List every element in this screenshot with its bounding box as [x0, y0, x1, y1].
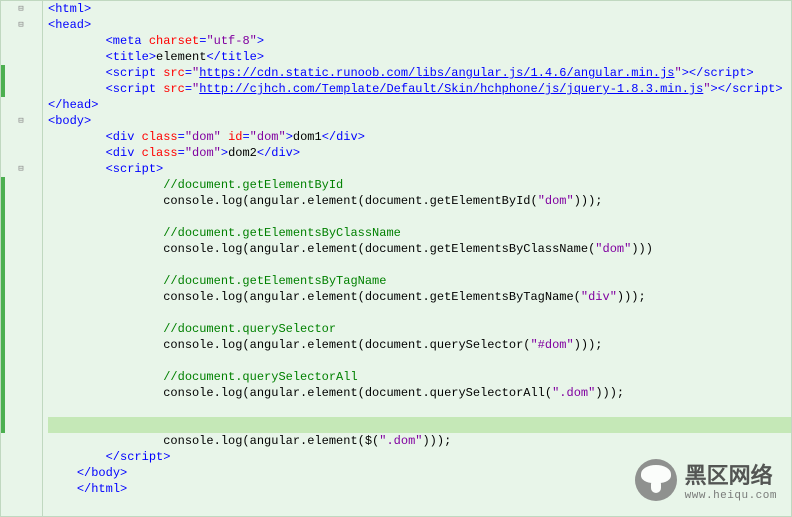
code-line: <body> [48, 113, 791, 129]
fold-icon[interactable] [16, 193, 26, 209]
code-editor: ⊟⊟⊟⊟ <html><head> <meta charset="utf-8">… [0, 0, 792, 517]
fold-icon[interactable] [16, 97, 26, 113]
change-marker [1, 65, 5, 97]
code-line: <script> [48, 161, 791, 177]
fold-icon[interactable] [16, 129, 26, 145]
fold-icon[interactable] [16, 241, 26, 257]
fold-icon[interactable] [16, 353, 26, 369]
fold-icon[interactable] [16, 385, 26, 401]
watermark: 黑区网络 www.heiqu.com [635, 458, 777, 502]
fold-icon[interactable] [16, 337, 26, 353]
code-line: console.log(angular.element(document.get… [48, 289, 791, 305]
change-marker [1, 177, 5, 433]
code-line: console.log(angular.element($(".dom"))); [48, 433, 791, 449]
code-line [48, 401, 791, 417]
code-line: //document.querySelectorAll [48, 369, 791, 385]
fold-icon[interactable] [16, 433, 26, 449]
fold-icon[interactable] [16, 321, 26, 337]
code-line [48, 353, 791, 369]
code-area[interactable]: <html><head> <meta charset="utf-8"> <tit… [43, 1, 791, 516]
fold-icon[interactable] [16, 49, 26, 65]
fold-icon[interactable] [16, 145, 26, 161]
fold-icon[interactable] [16, 401, 26, 417]
code-line: console.log(angular.element(document.get… [48, 241, 791, 257]
fold-icon[interactable] [16, 465, 26, 481]
code-line: </head> [48, 97, 791, 113]
watermark-cn: 黑区网络 [685, 458, 777, 490]
code-line: <div class="dom">dom2</div> [48, 145, 791, 161]
code-line [48, 257, 791, 273]
code-line: //document.getElementById [48, 177, 791, 193]
fold-icon[interactable]: ⊟ [16, 1, 26, 17]
code-line: <script src="https://cdn.static.runoob.c… [48, 65, 791, 81]
fold-icon[interactable] [16, 481, 26, 497]
fold-icon[interactable] [16, 65, 26, 81]
code-line [48, 305, 791, 321]
code-line: <head> [48, 17, 791, 33]
fold-icon[interactable] [16, 209, 26, 225]
fold-icon[interactable] [16, 369, 26, 385]
code-line: console.log(angular.element(document.que… [48, 385, 791, 401]
fold-icon[interactable] [16, 305, 26, 321]
fold-icon[interactable] [16, 81, 26, 97]
fold-icon[interactable]: ⊟ [16, 17, 26, 33]
fold-icon[interactable] [16, 177, 26, 193]
code-line: //document.getElementsByTagName [48, 273, 791, 289]
code-line: //document.querySelector [48, 321, 791, 337]
fold-icon[interactable] [16, 33, 26, 49]
fold-icon[interactable] [16, 449, 26, 465]
mushroom-icon [635, 459, 677, 501]
fold-icon[interactable] [16, 417, 26, 433]
code-line: console.log(angular.element(document.get… [48, 193, 791, 209]
code-line: <meta charset="utf-8"> [48, 33, 791, 49]
fold-icon[interactable] [16, 289, 26, 305]
code-line: //document.getElementsByClassName [48, 225, 791, 241]
code-line: <div class="dom" id="dom">dom1</div> [48, 129, 791, 145]
code-line [48, 417, 791, 433]
code-line: <title>element</title> [48, 49, 791, 65]
fold-icon[interactable]: ⊟ [16, 113, 26, 129]
code-line: <html> [48, 1, 791, 17]
fold-icon[interactable]: ⊟ [16, 161, 26, 177]
watermark-en: www.heiqu.com [685, 490, 777, 502]
code-line: console.log(angular.element(document.que… [48, 337, 791, 353]
fold-icon[interactable] [16, 257, 26, 273]
code-line: <script src="http://cjhch.com/Template/D… [48, 81, 791, 97]
fold-icon[interactable] [16, 273, 26, 289]
gutter: ⊟⊟⊟⊟ [1, 1, 43, 516]
fold-icon[interactable] [16, 225, 26, 241]
code-line [48, 209, 791, 225]
